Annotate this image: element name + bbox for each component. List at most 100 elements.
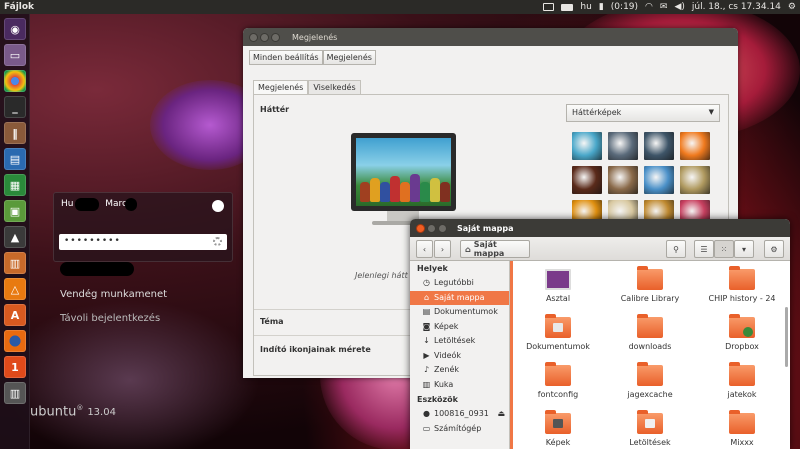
back-button[interactable]: ‹	[416, 240, 433, 258]
list-view-button[interactable]: ☰	[694, 240, 714, 258]
minimize-icon[interactable]	[260, 32, 269, 42]
wallpaper-thumbnail[interactable]	[680, 166, 710, 194]
remote-login-link[interactable]: Távoli bejelentkezés	[60, 313, 160, 324]
file-item[interactable]: downloads	[605, 314, 695, 351]
sidebar-device[interactable]: ▭ Számítógép	[410, 422, 509, 437]
user-name-part: Marc	[105, 199, 127, 209]
wallpaper-thumbnail[interactable]	[608, 132, 638, 160]
session-ubuntu-icon[interactable]	[212, 200, 224, 212]
file-item[interactable]: Mixxx	[697, 410, 787, 447]
sidebar-item[interactable]: ⌂ Saját mappa	[410, 290, 509, 305]
clock[interactable]: júl. 18., cs 17.34.14	[692, 2, 781, 12]
wallpaper-thumbnail[interactable]	[572, 132, 602, 160]
chevron-down-icon: ▾	[741, 244, 746, 254]
software-center-icon[interactable]: A	[4, 304, 26, 326]
eject-icon[interactable]: ⏏	[497, 407, 505, 422]
firefox-icon[interactable]	[4, 330, 26, 352]
appearance-titlebar[interactable]: Megjelenés	[243, 28, 738, 46]
session-gear-icon[interactable]: ⚙	[788, 2, 796, 12]
dropbox-icon[interactable]	[543, 3, 555, 11]
wallpaper-thumbnail[interactable]	[680, 132, 710, 160]
tab-behavior[interactable]: Viselkedés	[308, 80, 361, 94]
sidebar-item-label: Videók	[434, 350, 462, 360]
mail-icon[interactable]: ✉	[660, 2, 668, 12]
settings-button[interactable]: ⚙	[764, 240, 784, 258]
keyboard-icon[interactable]	[561, 3, 574, 11]
sidebar-item[interactable]: ◙ Képek	[410, 320, 509, 335]
wallpaper-thumbnail[interactable]	[608, 166, 638, 194]
scrollbar[interactable]	[785, 307, 788, 367]
file-item[interactable]: CHIP history - 24	[697, 266, 787, 303]
file-item[interactable]: Képek	[513, 410, 603, 447]
close-icon[interactable]	[249, 32, 258, 42]
file-item[interactable]: Calibre Library	[605, 266, 695, 303]
battery-time[interactable]: (0:19)	[611, 2, 638, 12]
folder-icon	[637, 410, 663, 434]
password-field[interactable]: •••••••••	[59, 234, 227, 250]
sidebar-item[interactable]: ▤ Dokumentumok	[410, 305, 509, 320]
file-item[interactable]: jatekok	[697, 362, 787, 399]
view-options-button[interactable]: ▾	[734, 240, 754, 258]
sidebar-item[interactable]: ♪ Zenék	[410, 363, 509, 378]
keyboard-layout[interactable]: hu	[580, 2, 591, 12]
wallpaper-thumbnail[interactable]	[572, 166, 602, 194]
current-background-caption: Jelenlegi hátt	[355, 271, 408, 280]
file-item[interactable]: Dokumentumok	[513, 314, 603, 351]
wallpaper-thumbnail[interactable]	[644, 132, 674, 160]
files-titlebar[interactable]: Saját mappa	[410, 219, 790, 237]
all-settings-button[interactable]: Minden beállítás	[249, 50, 323, 65]
folder-icon	[637, 314, 663, 338]
launcher: ◉ ▭ _ ‖ ▤ ▦ ▣ ▲ ▥ △ A 1 ▥	[0, 14, 30, 449]
sidebar-item[interactable]: ▥ Kuka	[410, 378, 509, 393]
wallpaper-source-select[interactable]: Háttérképek ▼	[566, 104, 720, 122]
guest-session-link[interactable]: Vendég munkamenet	[60, 289, 167, 300]
ubuntu-dash-icon[interactable]: ◉	[4, 18, 26, 40]
trash-icon[interactable]: ▥	[4, 382, 26, 404]
documents-icon: ▤	[422, 307, 431, 316]
sidebar-item[interactable]: ↓ Letöltések	[410, 334, 509, 349]
desktop-folder-icon	[545, 269, 571, 290]
file-item[interactable]: fontconfig	[513, 362, 603, 399]
grid-view-button[interactable]: ⁙	[714, 240, 734, 258]
search-button[interactable]: ⚲	[666, 240, 686, 258]
minimize-icon[interactable]	[427, 223, 436, 233]
login-panel: Hu Marc •••••••••	[53, 192, 233, 262]
app-title: Fájlok	[4, 2, 35, 12]
sidebar-item-label: Képek	[434, 321, 459, 331]
document-viewer-icon[interactable]: ▥	[4, 252, 26, 274]
terminal-icon[interactable]: _	[4, 96, 26, 118]
folder-icon	[545, 362, 571, 386]
files-icon[interactable]: ▭	[4, 44, 26, 66]
ubuntu-one-icon[interactable]: 1	[4, 356, 26, 378]
sidebar-item[interactable]: ◷ Legutóbbi	[410, 276, 509, 291]
file-item[interactable]: Letöltések	[605, 410, 695, 447]
minecraft-icon[interactable]: ▣	[4, 200, 26, 222]
path-home-button[interactable]: ⌂ Saját mappa	[460, 240, 530, 258]
maximize-icon[interactable]	[438, 223, 447, 233]
chrome-icon[interactable]	[4, 70, 26, 92]
volume-icon[interactable]: ◀)	[674, 2, 684, 12]
background-label: Háttér	[260, 105, 290, 114]
file-name: downloads	[628, 342, 672, 351]
launcher-icon-size-label: Indító ikonjainak mérete	[260, 345, 371, 354]
maximize-icon[interactable]	[271, 32, 280, 42]
library-icon[interactable]: ‖	[4, 122, 26, 144]
tab-appearance[interactable]: Megjelenés	[253, 80, 309, 94]
folder-icon	[637, 362, 663, 386]
file-item[interactable]: jagexcache	[605, 362, 695, 399]
forward-button[interactable]: ›	[434, 240, 451, 258]
calc-icon[interactable]: ▦	[4, 174, 26, 196]
close-icon[interactable]	[416, 223, 425, 233]
battery-icon[interactable]: ▮	[599, 2, 604, 12]
sidebar-device[interactable]: ● 100816_0931 ⏏	[410, 407, 509, 422]
appearance-crumb-button[interactable]: Megjelenés	[322, 50, 376, 65]
file-item[interactable]: Asztal	[513, 269, 603, 303]
wifi-icon[interactable]: ◠	[645, 2, 653, 12]
dropbox-check-icon	[743, 327, 753, 337]
wallpaper-thumbnail[interactable]	[644, 166, 674, 194]
sidebar-item[interactable]: ▶ Videók	[410, 349, 509, 364]
vlc-icon[interactable]: △	[4, 278, 26, 300]
file-item[interactable]: Dropbox	[697, 314, 787, 351]
inkscape-icon[interactable]: ▲	[4, 226, 26, 248]
writer-icon[interactable]: ▤	[4, 148, 26, 170]
